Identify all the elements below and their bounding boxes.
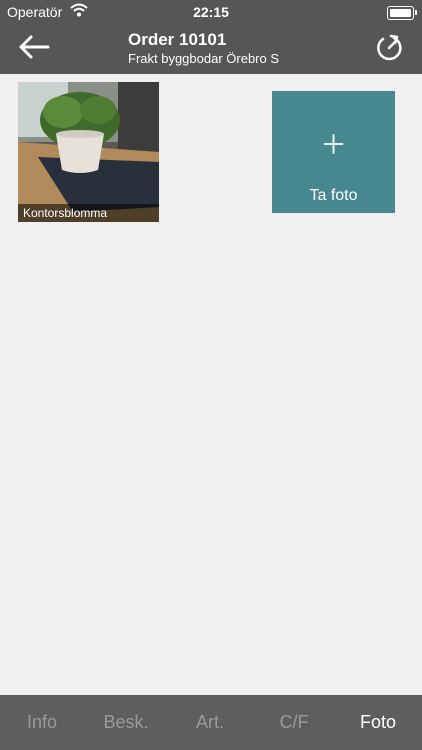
tab-besk[interactable]: Besk. <box>84 712 168 733</box>
arrow-left-icon <box>19 35 50 59</box>
page-subtitle: Frakt byggbodar Örebro S <box>128 51 280 66</box>
page-title: Order 10101 <box>128 30 227 49</box>
tab-art[interactable]: Art. <box>168 712 252 733</box>
battery-icon <box>387 6 417 20</box>
take-photo-label: Ta foto <box>309 187 358 204</box>
refresh-icon <box>377 34 402 61</box>
take-photo-button[interactable]: Ta foto <box>272 91 395 213</box>
tab-info[interactable]: Info <box>0 712 84 733</box>
photo-thumbnail[interactable]: Kontorsblomma <box>18 82 159 222</box>
status-time: 22:15 <box>193 4 229 20</box>
refresh-button[interactable] <box>374 32 404 62</box>
tab-foto[interactable]: Foto <box>336 712 420 733</box>
header: Operatör 22:15 Order 10101 Frakt byggbod… <box>0 0 422 74</box>
header-titles: Order 10101 Frakt byggbodar Örebro S <box>128 30 279 67</box>
status-bar: Operatör 22:15 <box>0 0 422 24</box>
plus-icon <box>323 134 344 154</box>
tab-cf[interactable]: C/F <box>252 712 336 733</box>
back-button[interactable] <box>18 34 50 60</box>
photo-caption: Kontorsblomma <box>18 204 159 222</box>
tab-bar: Info Besk. Art. C/F Foto <box>0 695 422 750</box>
plant-photo <box>18 82 159 222</box>
